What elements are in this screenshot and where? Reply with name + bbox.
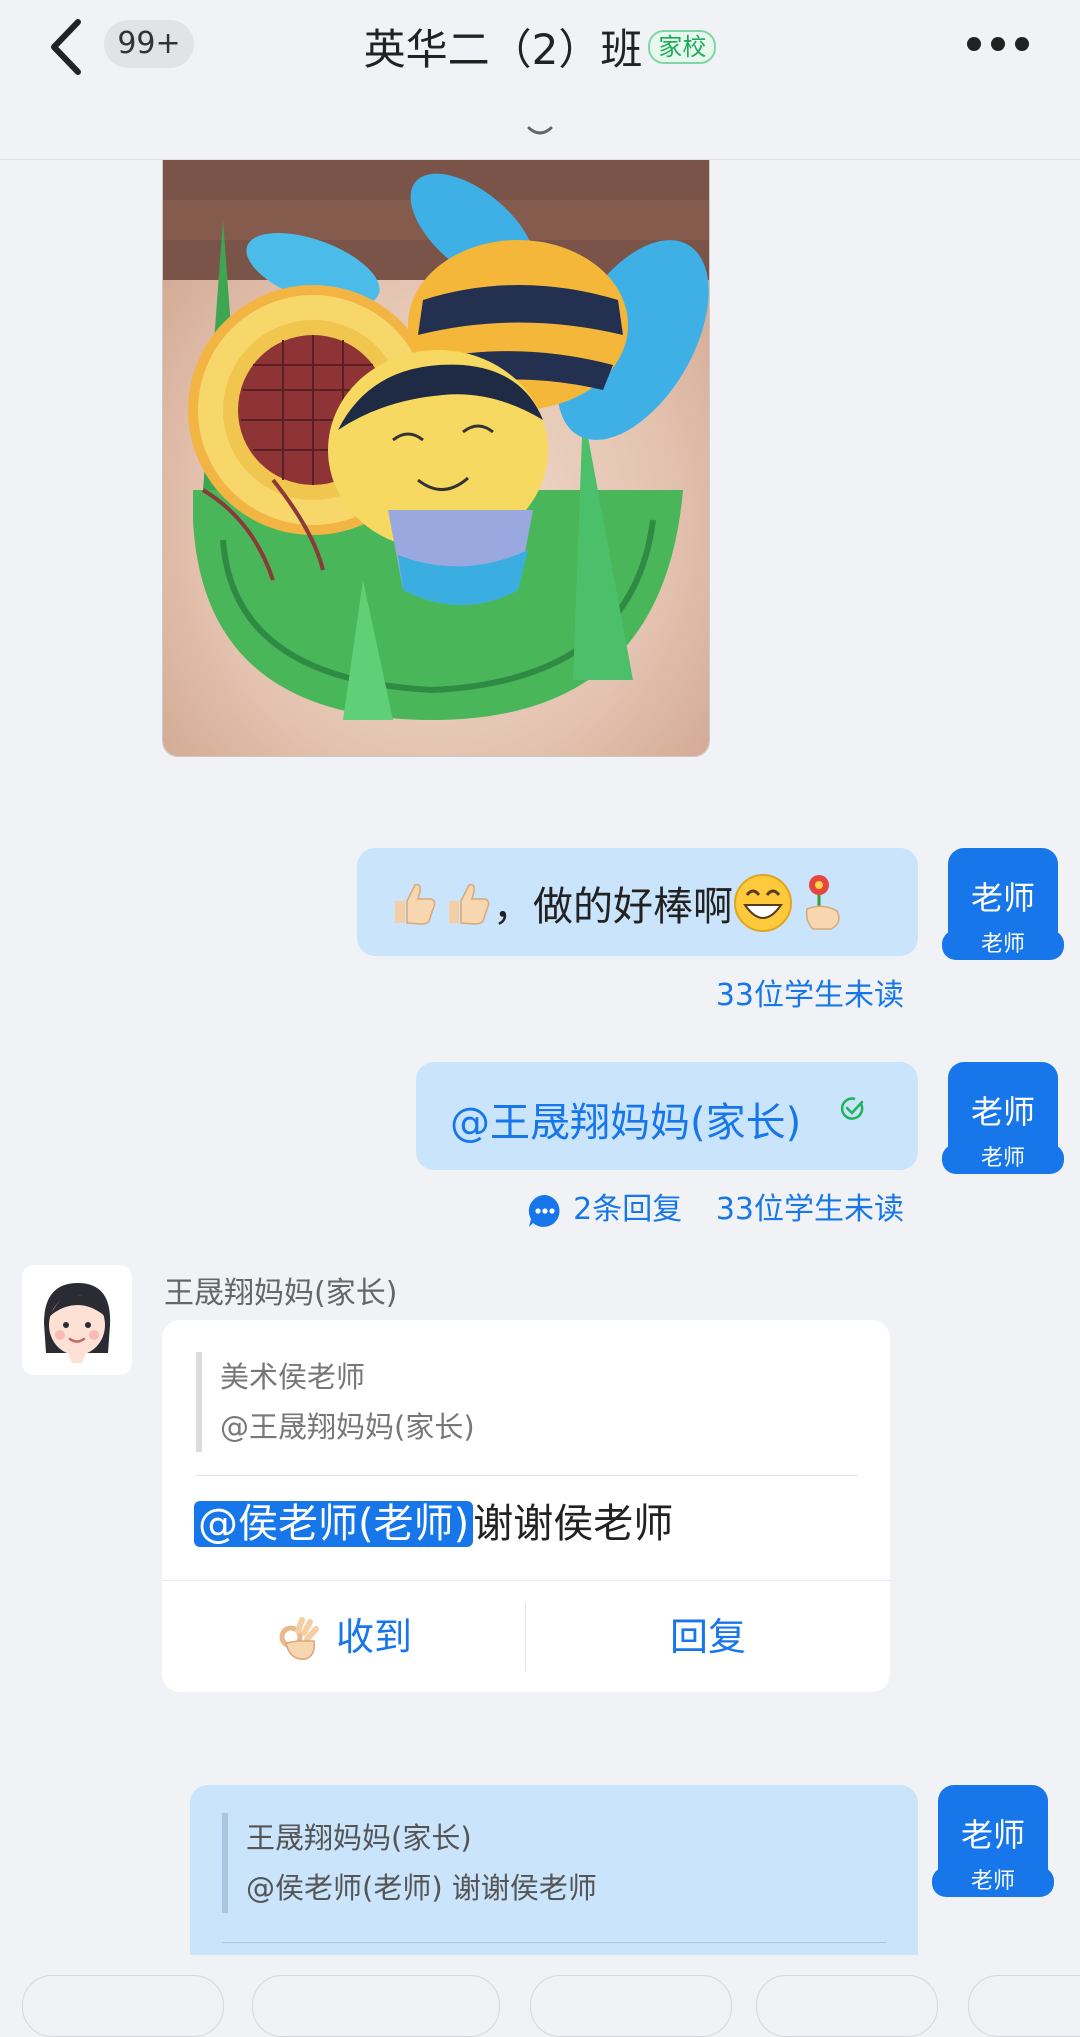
reply-count: 2条回复 bbox=[573, 1192, 683, 1227]
quick-action-pill[interactable] bbox=[968, 1975, 1080, 2037]
message-text: @侯老师(老师) 谢谢侯老师 bbox=[194, 1492, 673, 1556]
avatar-name: 老师 bbox=[970, 879, 1035, 917]
home-school-tag: 家校 bbox=[648, 29, 717, 64]
flower-emoji-icon bbox=[805, 875, 840, 930]
divider bbox=[196, 1475, 858, 1476]
thumbs-up-icon bbox=[449, 883, 490, 925]
message-body: 谢谢侯老师 bbox=[473, 1501, 674, 1547]
unread-status[interactable]: 33位学生未读 bbox=[716, 970, 904, 1014]
teacher-avatar[interactable]: 老师 老师 bbox=[942, 848, 1064, 960]
read-check-icon bbox=[840, 1097, 864, 1120]
parent-avatar-icon[interactable] bbox=[22, 1265, 132, 1375]
quoted-reply-bubble[interactable]: 王晟翔妈妈(家长) @侯老师(老师) 谢谢侯老师 bbox=[190, 1785, 918, 1955]
quick-action-pill[interactable] bbox=[22, 1975, 224, 2037]
message-meta: 2条回复 33位学生未读 bbox=[527, 1184, 904, 1229]
quoted-message[interactable]: 王晟翔妈妈(家长) @侯老师(老师) 谢谢侯老师 bbox=[222, 1813, 597, 1913]
more-icon[interactable] bbox=[966, 36, 1030, 52]
mention-highlight[interactable]: @侯老师(老师) bbox=[194, 1501, 474, 1547]
acknowledge-label: 收到 bbox=[335, 1615, 412, 1659]
quick-action-pill[interactable] bbox=[530, 1975, 732, 2037]
teacher-avatar[interactable]: 老师 老师 bbox=[932, 1785, 1054, 1897]
message-bubble[interactable]: ，做的好棒啊 bbox=[357, 848, 918, 956]
message-bubble[interactable]: @王晟翔妈妈(家长) bbox=[416, 1062, 918, 1170]
chat-header: 99+ 英华二（2）班 家校 bbox=[0, 0, 1080, 160]
reply-button[interactable]: 回复 bbox=[526, 1581, 890, 1693]
mention-text[interactable]: @王晟翔妈妈(家长) bbox=[450, 1090, 801, 1148]
avatar-role: 老师 bbox=[932, 1867, 1054, 1897]
collapse-icon[interactable] bbox=[526, 124, 554, 138]
reply-label: 回复 bbox=[669, 1615, 746, 1659]
quote-author: 王晟翔妈妈(家长) bbox=[246, 1821, 472, 1855]
unread-status[interactable]: 33位学生未读 bbox=[716, 1192, 904, 1227]
quoted-message[interactable]: 美术侯老师 @王晟翔妈妈(家长) bbox=[196, 1352, 475, 1452]
message-text: ，做的好棒啊 bbox=[493, 884, 733, 930]
title-area: 英华二（2）班 家校 bbox=[0, 16, 1080, 77]
parent-message-card[interactable]: 美术侯老师 @王晟翔妈妈(家长) @侯老师(老师) 谢谢侯老师 收到 回复 bbox=[162, 1320, 890, 1692]
quick-action-pill[interactable] bbox=[756, 1975, 938, 2037]
reply-count-icon bbox=[529, 1194, 560, 1227]
avatar-role: 老师 bbox=[942, 1144, 1064, 1174]
card-actions: 收到 回复 bbox=[162, 1580, 890, 1693]
grin-emoji-icon bbox=[734, 874, 792, 932]
avatar-role: 老师 bbox=[942, 930, 1064, 960]
ok-hand-icon bbox=[279, 1616, 319, 1660]
thumbs-up-icon bbox=[395, 883, 436, 925]
reply-count-link[interactable]: 2条回复 bbox=[527, 1192, 692, 1227]
quote-text: @王晟翔妈妈(家长) bbox=[220, 1410, 475, 1444]
avatar-name: 老师 bbox=[970, 1093, 1035, 1131]
chat-title: 英华二（2）班 bbox=[363, 25, 643, 74]
teacher-avatar[interactable]: 老师 老师 bbox=[942, 1062, 1064, 1174]
avatar-name: 老师 bbox=[960, 1816, 1025, 1854]
artwork-photo[interactable] bbox=[162, 159, 710, 757]
divider bbox=[222, 1942, 886, 1943]
sender-name: 王晟翔妈妈(家长) bbox=[164, 1276, 398, 1311]
quick-action-pill[interactable] bbox=[252, 1975, 500, 2037]
quote-author: 美术侯老师 bbox=[220, 1360, 366, 1394]
quote-text: @侯老师(老师) 谢谢侯老师 bbox=[246, 1871, 597, 1905]
acknowledge-button[interactable]: 收到 bbox=[162, 1581, 526, 1693]
